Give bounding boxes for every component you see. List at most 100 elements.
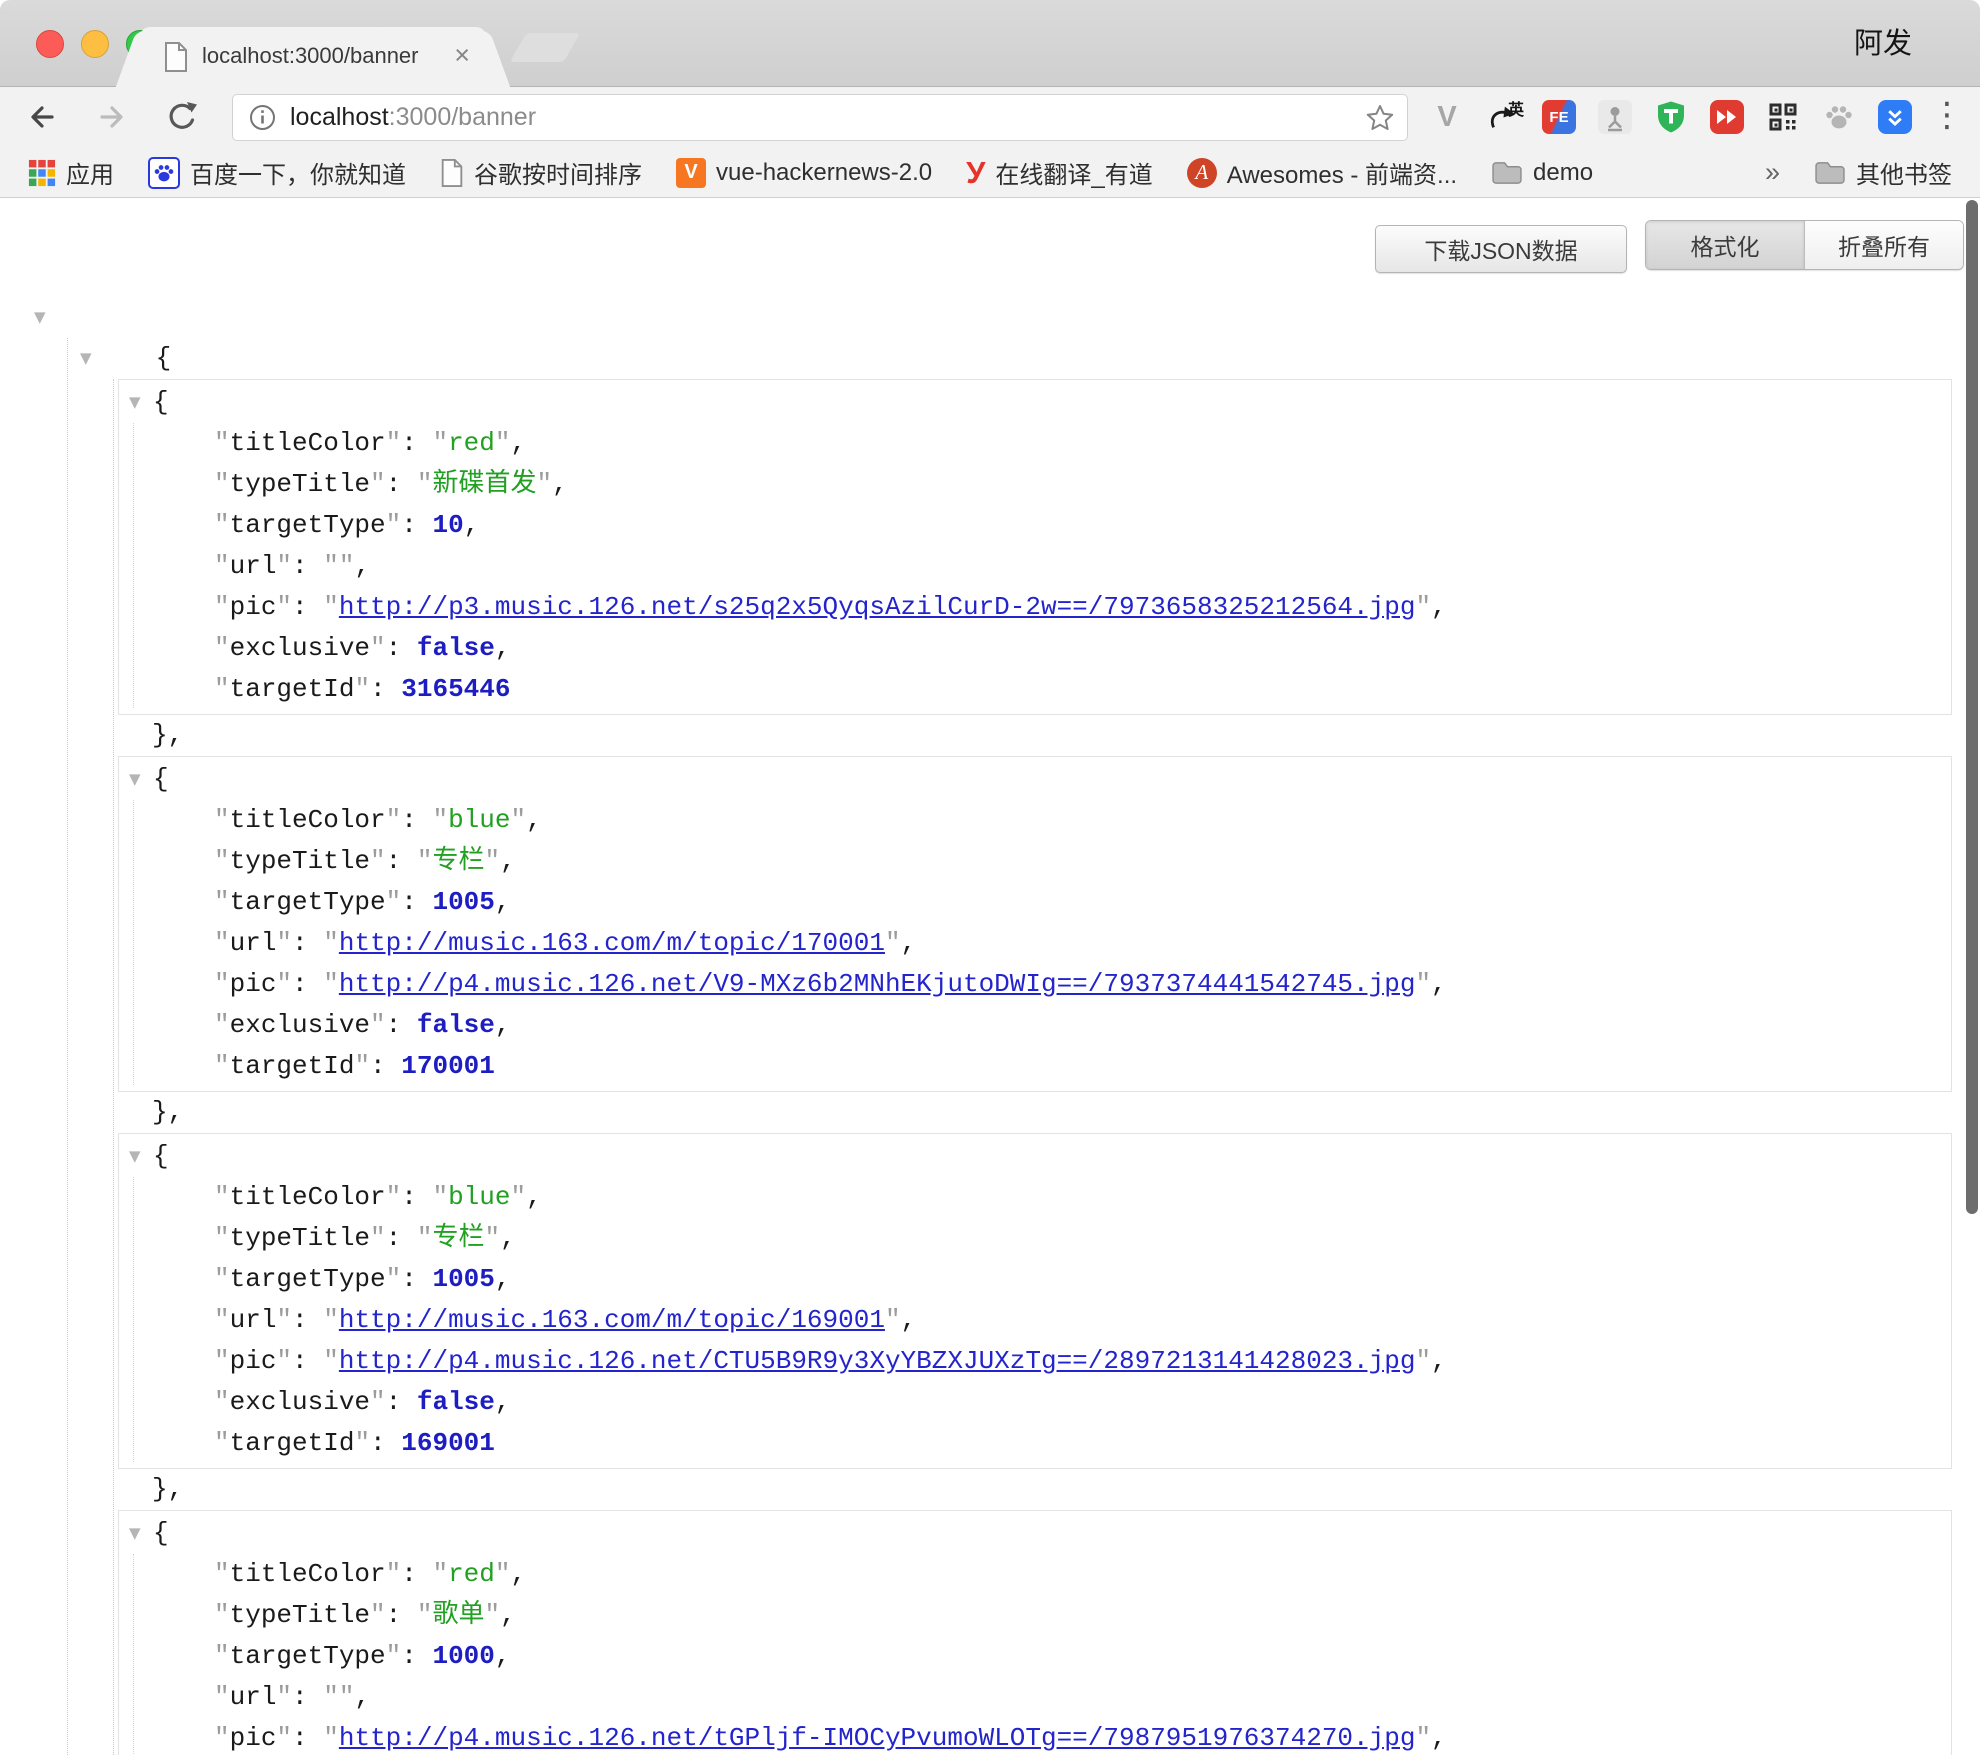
- json-value-targetType: 10: [432, 510, 463, 540]
- json-link-pic[interactable]: http://p4.music.126.net/CTU5B9R9y3XyYBZX…: [339, 1346, 1416, 1376]
- json-token-p: ,: [901, 1305, 917, 1335]
- bookmark-label: 应用: [66, 155, 114, 190]
- json-link-url[interactable]: http://music.163.com/m/topic/170001: [339, 928, 885, 958]
- tab-close-icon[interactable]: ×: [454, 39, 470, 71]
- json-token-p: ,: [495, 1264, 511, 1294]
- folder-icon: [1491, 160, 1523, 186]
- json-token-p: {: [153, 764, 169, 794]
- json-token-p: },: [152, 1097, 183, 1127]
- json-token-q: ": [417, 1600, 433, 1630]
- bookmark-item-vue-hackernews[interactable]: V vue-hackernews-2.0: [676, 158, 932, 188]
- json-token-q: ": [370, 469, 386, 499]
- json-link-url[interactable]: http://music.163.com/m/topic/169001: [339, 1305, 885, 1335]
- json-token-q: ": [214, 1305, 230, 1335]
- json-token-p: :: [370, 674, 401, 704]
- json-link-pic[interactable]: http://p3.music.126.net/s25q2x5QyqsAzilC…: [339, 592, 1416, 622]
- json-token-p: ,: [511, 428, 527, 458]
- json-token-q: ": [214, 428, 230, 458]
- json-field-exclusive: "exclusive": false,: [119, 628, 1951, 669]
- back-button[interactable]: [24, 99, 60, 135]
- bookmark-item-demo[interactable]: demo: [1491, 159, 1593, 187]
- json-token-q: ": [214, 887, 230, 917]
- chrome-menu-icon[interactable]: ⋮: [1930, 95, 1964, 135]
- json-field-titleColor: "titleColor": "blue",: [119, 800, 1951, 841]
- collapse-all-button[interactable]: 折叠所有: [1805, 221, 1963, 269]
- json-link-pic[interactable]: http://p4.music.126.net/tGPljf-IMOCyPvum…: [339, 1723, 1416, 1753]
- json-token-q: ": [485, 1223, 501, 1253]
- json-value-targetId: 169001: [401, 1428, 495, 1458]
- window-close-button[interactable]: [36, 30, 64, 58]
- bookmark-item-youdao[interactable]: У 在线翻译_有道: [966, 155, 1153, 191]
- json-token-p: :: [292, 1346, 323, 1376]
- json-token-q: ": [885, 928, 901, 958]
- json-token-p: ,: [500, 846, 516, 876]
- scrollbar-thumb[interactable]: [1966, 200, 1978, 1214]
- json-field-exclusive: "exclusive": false,: [119, 1382, 1951, 1423]
- gray-person-extension-icon[interactable]: [1596, 98, 1634, 136]
- new-tab-button[interactable]: [510, 33, 581, 62]
- video-speed-extension-icon[interactable]: [1708, 98, 1746, 136]
- json-field-titleColor: "titleColor": "red",: [119, 423, 1951, 464]
- json-token-p: ,: [354, 551, 370, 581]
- browser-tab[interactable]: localhost:3000/banner ×: [140, 27, 486, 87]
- json-value-targetType: 1005: [432, 1264, 494, 1294]
- bookmark-item-other-bookmarks[interactable]: 其他书签: [1814, 155, 1952, 190]
- json-key-typeTitle: typeTitle: [230, 1223, 370, 1253]
- paw-extension-icon[interactable]: [1820, 98, 1858, 136]
- blue-chevrons-extension-icon[interactable]: [1876, 98, 1914, 136]
- json-token-q: ": [323, 1346, 339, 1376]
- json-key-targetType: targetType: [230, 510, 386, 540]
- collapse-toggle-icon[interactable]: ▼: [129, 1526, 141, 1541]
- json-value-titleColor: red: [448, 1559, 495, 1589]
- json-link-pic[interactable]: http://p4.music.126.net/V9-MXz6b2MNhEKju…: [339, 969, 1416, 999]
- url-bar[interactable]: localhost:3000/banner: [232, 94, 1408, 141]
- download-json-button[interactable]: 下载JSON数据: [1375, 225, 1627, 273]
- json-field-exclusive: "exclusive": false,: [119, 1005, 1951, 1046]
- window-minimize-button[interactable]: [81, 30, 109, 58]
- json-token-q: ": [537, 469, 553, 499]
- bookmark-item-baidu[interactable]: 百度一下，你就知道: [148, 155, 406, 190]
- translate-extension-icon[interactable]: 英: [1484, 98, 1522, 136]
- json-token-q: ": [276, 1723, 292, 1753]
- json-token-p: {: [153, 1518, 169, 1548]
- collapse-toggle-icon[interactable]: ▼: [129, 395, 141, 410]
- json-token-q: ": [214, 1723, 230, 1753]
- bookmark-item-google-sort[interactable]: 谷歌按时间排序: [440, 155, 642, 190]
- reload-button[interactable]: [164, 99, 200, 135]
- json-object-close: },: [0, 715, 1952, 756]
- json-key-exclusive: exclusive: [230, 1387, 370, 1417]
- json-token-q: ": [370, 846, 386, 876]
- collapse-toggle-icon[interactable]: ▼: [129, 1149, 141, 1164]
- json-token-p: :: [386, 1010, 417, 1040]
- json-token-q: ": [276, 928, 292, 958]
- qrcode-extension-icon[interactable]: [1764, 98, 1802, 136]
- json-token-q: ": [323, 928, 339, 958]
- bookmark-star-icon[interactable]: [1365, 103, 1395, 138]
- bookmarks-overflow-chevron[interactable]: »: [1765, 157, 1780, 188]
- json-token-q: ": [339, 1682, 355, 1712]
- json-token-p: {: [153, 387, 169, 417]
- collapse-toggle-icon[interactable]: ▼: [129, 772, 141, 787]
- tab-favicon-page-icon: [164, 42, 188, 77]
- json-token-q: ": [214, 846, 230, 876]
- bookmark-item-awesomes[interactable]: A Awesomes - 前端资...: [1187, 155, 1457, 190]
- json-token-q: ": [323, 592, 339, 622]
- url-path: :3000/banner: [389, 103, 536, 132]
- collapse-toggle-icon[interactable]: ▼: [34, 310, 46, 325]
- format-button[interactable]: 格式化: [1646, 221, 1805, 269]
- json-token-p: :: [401, 1641, 432, 1671]
- json-token-q: ": [511, 805, 527, 835]
- json-token-q: ": [323, 969, 339, 999]
- shield-extension-icon[interactable]: [1652, 98, 1690, 136]
- page-info-icon[interactable]: [249, 104, 276, 131]
- fehelper-extension-icon[interactable]: FE: [1540, 98, 1578, 136]
- bookmark-item-apps[interactable]: 应用: [28, 155, 114, 190]
- json-token-q: ": [276, 592, 292, 622]
- json-token-p: ,: [495, 633, 511, 663]
- forward-button[interactable]: [94, 99, 130, 135]
- banner-object-0: ▼{"titleColor": "red","typeTitle": "新碟首发…: [118, 379, 1952, 715]
- json-token-q: ": [214, 592, 230, 622]
- vue-devtools-extension-icon[interactable]: V: [1428, 98, 1466, 136]
- collapse-toggle-icon[interactable]: ▼: [80, 351, 92, 366]
- json-field-url: "url": "http://music.163.com/m/topic/170…: [119, 923, 1951, 964]
